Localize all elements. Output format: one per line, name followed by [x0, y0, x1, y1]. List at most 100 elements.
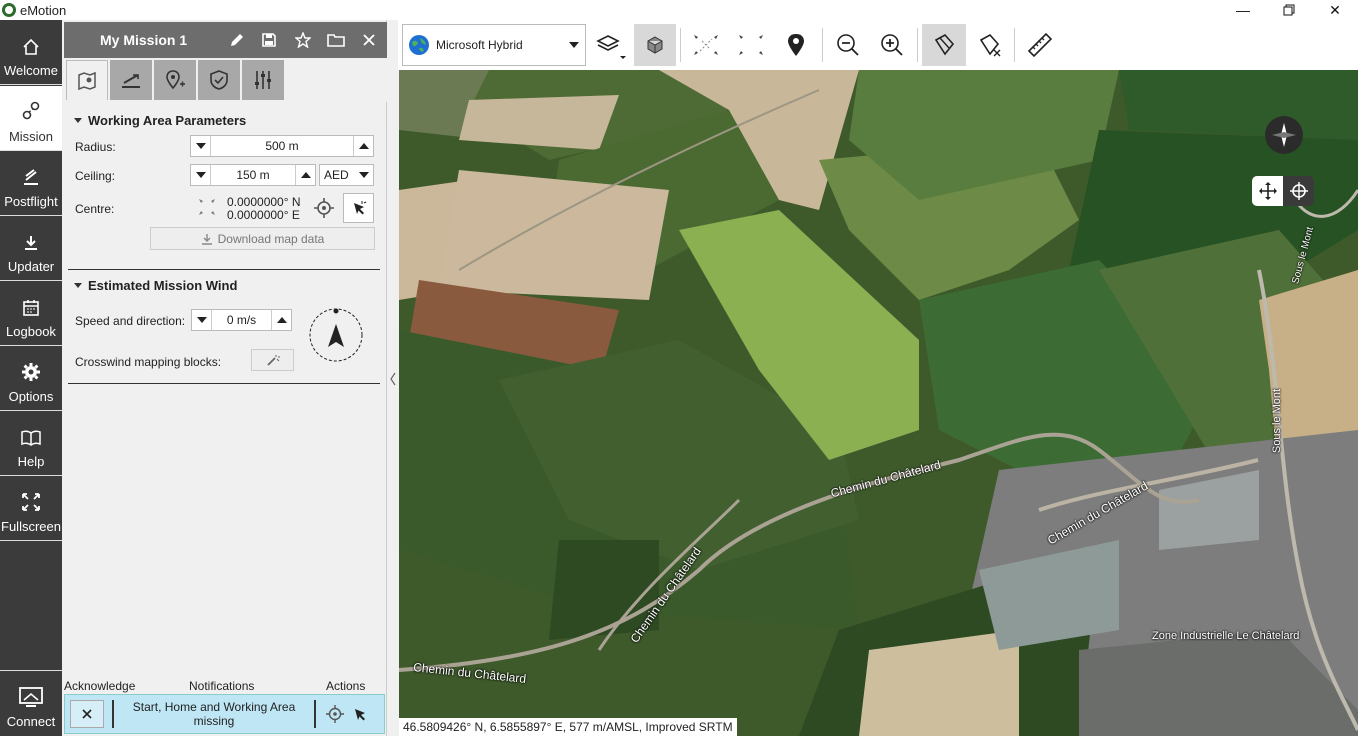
radius-value[interactable]: 500 m: [211, 139, 353, 153]
close-mission-button[interactable]: [360, 31, 378, 49]
map-toolbar: Microsoft Hybrid: [398, 20, 1358, 70]
wind-compass-icon: [309, 308, 363, 362]
title-bar: eMotion — ✕: [0, 0, 1358, 20]
tab-takeoff[interactable]: [110, 60, 152, 100]
working-area-title: Working Area Parameters: [88, 113, 247, 128]
nav-postflight[interactable]: Postflight: [0, 151, 62, 216]
ceiling-increase[interactable]: [295, 165, 315, 185]
tab-settings[interactable]: [242, 60, 284, 100]
window-title: eMotion: [20, 2, 67, 18]
wind-direction-dial[interactable]: [308, 307, 364, 363]
maximize-button[interactable]: [1266, 0, 1312, 20]
acknowledge-column: Acknowledge: [64, 679, 136, 693]
radius-stepper[interactable]: 500 m: [190, 135, 374, 157]
acknowledge-button[interactable]: [70, 700, 104, 728]
notification-pick-button[interactable]: [348, 700, 372, 728]
nav-logbook-label: Logbook: [6, 324, 56, 339]
3d-view-button[interactable]: [634, 24, 676, 66]
collapse-icon: [74, 118, 82, 123]
nav-options-label: Options: [8, 389, 54, 404]
download-map-label: Download map data: [217, 231, 325, 246]
map-source-value: Microsoft Hybrid: [436, 38, 523, 52]
polygon-remove-icon: [979, 33, 1001, 57]
ceiling-stepper[interactable]: 150 m: [190, 164, 316, 186]
notification-locate-button[interactable]: [322, 700, 348, 728]
save-button[interactable]: [260, 31, 278, 49]
wind-speed-decrease[interactable]: [192, 310, 212, 330]
notifications-column: Notifications: [189, 679, 255, 693]
collapse-left-icon: [390, 372, 396, 386]
nav-connect[interactable]: Connect: [0, 670, 62, 735]
nav-help[interactable]: Help: [0, 411, 62, 476]
ceiling-reference-select[interactable]: AED: [319, 164, 374, 186]
mission-tabs: [64, 58, 387, 102]
rotate-mode-button[interactable]: [1283, 176, 1314, 206]
delete-selection-button[interactable]: [968, 24, 1010, 66]
layers-button[interactable]: [590, 24, 632, 66]
wind-speed-stepper[interactable]: 0 m/s: [191, 309, 292, 331]
tab-working-area[interactable]: [66, 60, 108, 100]
map-compass[interactable]: [1265, 116, 1303, 154]
radius-decrease[interactable]: [191, 136, 211, 156]
nav-options[interactable]: Options: [0, 346, 62, 411]
center-location-button[interactable]: [775, 24, 817, 66]
nav-fullscreen[interactable]: Fullscreen: [0, 476, 62, 541]
download-map-button[interactable]: Download map data: [150, 227, 375, 250]
chevron-up-icon: [358, 143, 369, 149]
nav-welcome[interactable]: Welcome: [0, 20, 62, 85]
ceiling-value[interactable]: 150 m: [211, 168, 295, 182]
crosshair-icon: [314, 198, 334, 218]
close-icon: [82, 709, 92, 719]
wind-speed-increase[interactable]: [271, 310, 291, 330]
minimize-button[interactable]: —: [1220, 0, 1266, 20]
zoom-in-button[interactable]: [871, 24, 913, 66]
main-nav: Welcome Mission Postflight Updater Logbo…: [0, 20, 62, 736]
section-divider: [68, 383, 380, 384]
zoom-to-mission-button[interactable]: [685, 24, 727, 66]
tab-waypoints[interactable]: [154, 60, 196, 100]
wind-speed-value[interactable]: 0 m/s: [212, 313, 271, 327]
app-logo-icon: [2, 3, 16, 17]
chevron-down-icon: [195, 143, 206, 149]
pencil-icon: [231, 34, 243, 46]
close-icon: [363, 34, 375, 46]
centre-locate-button[interactable]: [312, 196, 336, 220]
working-area-header[interactable]: Working Area Parameters: [74, 113, 246, 128]
save-icon: [262, 33, 276, 47]
crosshair-icon: [326, 705, 344, 723]
centre-pick-button[interactable]: [343, 193, 374, 223]
map-source-select[interactable]: Microsoft Hybrid: [402, 24, 586, 66]
radius-increase[interactable]: [353, 136, 373, 156]
landing-icon: [24, 169, 38, 185]
select-tool-button[interactable]: [922, 24, 966, 66]
fit-area-icon: [739, 35, 763, 55]
toolbar-separator: [917, 28, 918, 62]
notification-message: Start, Home and Working Area missing: [132, 700, 296, 728]
fullscreen-icon: [22, 493, 40, 511]
nav-postflight-label: Postflight: [4, 194, 58, 209]
road-label: Sous le Mont: [1271, 388, 1284, 454]
satellite-map[interactable]: Chemin du Châtelard Chemin du Châtelard …: [399, 70, 1358, 736]
favorite-button[interactable]: [294, 31, 312, 49]
zoom-to-area-button[interactable]: [730, 24, 772, 66]
close-window-button[interactable]: ✕: [1312, 0, 1358, 20]
crosswind-toggle[interactable]: [251, 349, 294, 371]
shield-icon: [210, 70, 228, 90]
cursor-coordinates: 46.5809426° N, 6.5855897° E, 577 m/AMSL,…: [399, 718, 737, 736]
nav-updater[interactable]: Updater: [0, 216, 62, 281]
pan-mode-button[interactable]: [1252, 176, 1283, 206]
fit-route-icon: [694, 35, 718, 55]
divider: [314, 700, 316, 728]
measure-button[interactable]: [1019, 24, 1061, 66]
ceiling-decrease[interactable]: [191, 165, 211, 185]
toolbar-separator: [1014, 28, 1015, 62]
tab-safety[interactable]: [198, 60, 240, 100]
nav-mission[interactable]: Mission: [0, 86, 62, 151]
open-folder-button[interactable]: [327, 31, 345, 49]
rename-button[interactable]: [228, 31, 246, 49]
nav-logbook[interactable]: Logbook: [0, 281, 62, 346]
panel-splitter[interactable]: [387, 20, 399, 736]
dropdown-arrow-icon: [359, 172, 369, 178]
wind-header[interactable]: Estimated Mission Wind: [74, 278, 237, 293]
zoom-out-button[interactable]: [827, 24, 869, 66]
